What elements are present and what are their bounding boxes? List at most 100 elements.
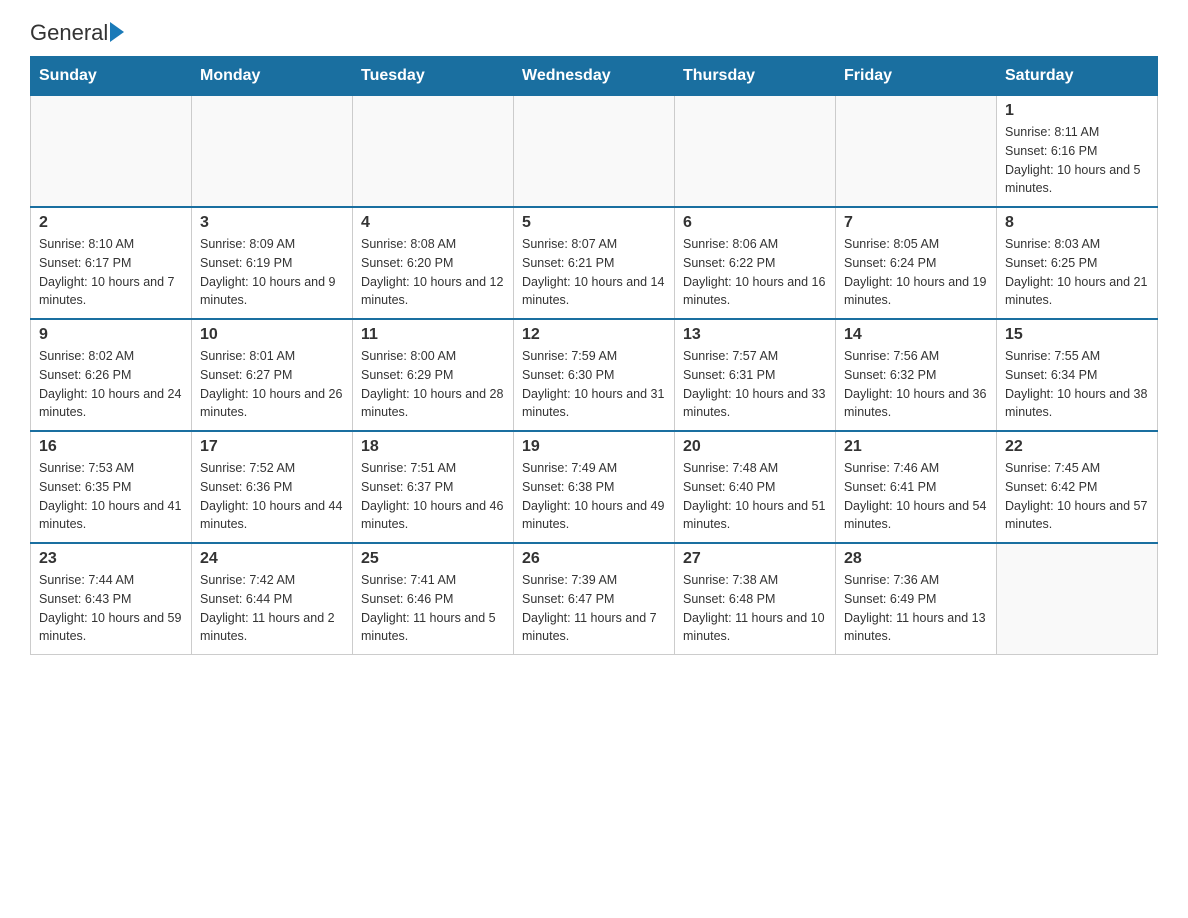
day-info-line: Sunset: 6:17 PM	[39, 254, 183, 273]
calendar-cell: 12Sunrise: 7:59 AMSunset: 6:30 PMDayligh…	[514, 319, 675, 431]
day-info-line: Daylight: 10 hours and 49 minutes.	[522, 497, 666, 535]
calendar-cell: 18Sunrise: 7:51 AMSunset: 6:37 PMDayligh…	[353, 431, 514, 543]
day-info-line: Daylight: 11 hours and 7 minutes.	[522, 609, 666, 647]
calendar-cell	[31, 96, 192, 208]
calendar-cell: 1Sunrise: 8:11 AMSunset: 6:16 PMDaylight…	[997, 96, 1158, 208]
day-info-line: Daylight: 10 hours and 36 minutes.	[844, 385, 988, 423]
day-info-line: Sunset: 6:19 PM	[200, 254, 344, 273]
calendar-cell: 13Sunrise: 7:57 AMSunset: 6:31 PMDayligh…	[675, 319, 836, 431]
day-info-line: Sunrise: 7:41 AM	[361, 571, 505, 590]
calendar-cell: 6 Sunrise: 8:06 AMSunset: 6:22 PMDaylight…	[675, 207, 836, 319]
day-info-line: Sunrise: 8:00 AM	[361, 347, 505, 366]
week-row-3: 9Sunrise: 8:02 AMSunset: 6:26 PMDaylight…	[31, 319, 1158, 431]
day-info-line: Daylight: 10 hours and 26 minutes.	[200, 385, 344, 423]
day-number: 25	[361, 550, 505, 568]
weekday-header-thursday: Thursday	[675, 57, 836, 96]
day-info-line: Sunrise: 7:49 AM	[522, 459, 666, 478]
day-info-line: Daylight: 10 hours and 12 minutes.	[361, 273, 505, 311]
day-number: 5	[522, 214, 666, 232]
day-info-line: Sunrise: 7:51 AM	[361, 459, 505, 478]
day-info-line: Sunrise: 8:06 AM	[683, 235, 827, 254]
calendar-cell: 23Sunrise: 7:44 AMSunset: 6:43 PMDayligh…	[31, 543, 192, 655]
day-info-line: Sunrise: 7:53 AM	[39, 459, 183, 478]
day-info-line: Daylight: 11 hours and 2 minutes.	[200, 609, 344, 647]
day-info-line: Daylight: 10 hours and 38 minutes.	[1005, 385, 1149, 423]
weekday-header-row: SundayMondayTuesdayWednesdayThursdayFrid…	[31, 57, 1158, 96]
calendar-cell: 8Sunrise: 8:03 AMSunset: 6:25 PMDaylight…	[997, 207, 1158, 319]
day-info-line: Sunset: 6:46 PM	[361, 590, 505, 609]
calendar-table: SundayMondayTuesdayWednesdayThursdayFrid…	[30, 56, 1158, 655]
calendar-cell	[514, 96, 675, 208]
day-number: 14	[844, 326, 988, 344]
day-info-line: Daylight: 10 hours and 5 minutes.	[1005, 161, 1149, 199]
calendar-cell: 26Sunrise: 7:39 AMSunset: 6:47 PMDayligh…	[514, 543, 675, 655]
day-info-line: Sunrise: 8:05 AM	[844, 235, 988, 254]
day-number: 11	[361, 326, 505, 344]
day-info-line: Sunset: 6:27 PM	[200, 366, 344, 385]
day-number: 16	[39, 438, 183, 456]
calendar-cell	[836, 96, 997, 208]
day-info-line: Sunset: 6:32 PM	[844, 366, 988, 385]
day-info-line: Sunrise: 7:52 AM	[200, 459, 344, 478]
day-info-line: Sunrise: 7:38 AM	[683, 571, 827, 590]
day-info-line: Sunset: 6:30 PM	[522, 366, 666, 385]
day-info-line: Daylight: 11 hours and 10 minutes.	[683, 609, 827, 647]
calendar-cell: 9Sunrise: 8:02 AMSunset: 6:26 PMDaylight…	[31, 319, 192, 431]
calendar-cell	[353, 96, 514, 208]
calendar-cell: 4Sunrise: 8:08 AMSunset: 6:20 PMDaylight…	[353, 207, 514, 319]
day-number: 21	[844, 438, 988, 456]
weekday-header-friday: Friday	[836, 57, 997, 96]
logo-general: General	[30, 20, 108, 46]
calendar-cell: 22Sunrise: 7:45 AMSunset: 6:42 PMDayligh…	[997, 431, 1158, 543]
day-number: 1	[1005, 102, 1149, 120]
day-info-line: Sunrise: 8:10 AM	[39, 235, 183, 254]
day-info-line: Daylight: 10 hours and 9 minutes.	[200, 273, 344, 311]
day-info-line: Sunset: 6:26 PM	[39, 366, 183, 385]
day-info-line: Daylight: 10 hours and 44 minutes.	[200, 497, 344, 535]
day-number: 17	[200, 438, 344, 456]
day-number: 23	[39, 550, 183, 568]
day-info-line: Sunrise: 7:36 AM	[844, 571, 988, 590]
day-number: 19	[522, 438, 666, 456]
day-info-line: Sunrise: 7:46 AM	[844, 459, 988, 478]
day-info-line: Daylight: 10 hours and 59 minutes.	[39, 609, 183, 647]
day-info-line: Daylight: 10 hours and 7 minutes.	[39, 273, 183, 311]
day-info-line: Sunrise: 7:48 AM	[683, 459, 827, 478]
calendar-cell: 11Sunrise: 8:00 AMSunset: 6:29 PMDayligh…	[353, 319, 514, 431]
calendar-cell: 14 Sunrise: 7:56 AMSunset: 6:32 PMDayligh…	[836, 319, 997, 431]
day-number: 18	[361, 438, 505, 456]
calendar-cell	[192, 96, 353, 208]
day-number: 26	[522, 550, 666, 568]
day-number: 6	[683, 214, 827, 232]
day-info-line: Daylight: 11 hours and 5 minutes.	[361, 609, 505, 647]
day-number: 10	[200, 326, 344, 344]
weekday-header-sunday: Sunday	[31, 57, 192, 96]
calendar-cell: 25 Sunrise: 7:41 AMSunset: 6:46 PMDayligh…	[353, 543, 514, 655]
day-number: 3	[200, 214, 344, 232]
day-number: 8	[1005, 214, 1149, 232]
calendar-cell	[675, 96, 836, 208]
day-number: 27	[683, 550, 827, 568]
day-info-line: Daylight: 10 hours and 31 minutes.	[522, 385, 666, 423]
day-info-line: Sunrise: 7:39 AM	[522, 571, 666, 590]
day-info-line: Sunset: 6:25 PM	[1005, 254, 1149, 273]
day-info-line: Sunset: 6:24 PM	[844, 254, 988, 273]
day-number: 2	[39, 214, 183, 232]
day-number: 20	[683, 438, 827, 456]
day-info-line: Daylight: 10 hours and 16 minutes.	[683, 273, 827, 311]
calendar-cell: 16Sunrise: 7:53 AMSunset: 6:35 PMDayligh…	[31, 431, 192, 543]
day-number: 4	[361, 214, 505, 232]
day-info-line: Sunrise: 8:07 AM	[522, 235, 666, 254]
day-info-line: Daylight: 10 hours and 46 minutes.	[361, 497, 505, 535]
calendar-cell: 19Sunrise: 7:49 AMSunset: 6:38 PMDayligh…	[514, 431, 675, 543]
day-info-line: Sunset: 6:36 PM	[200, 478, 344, 497]
day-info-line: Sunrise: 8:08 AM	[361, 235, 505, 254]
calendar-cell: 17 Sunrise: 7:52 AMSunset: 6:36 PMDayligh…	[192, 431, 353, 543]
day-info-line: Sunset: 6:22 PM	[683, 254, 827, 273]
day-info-line: Daylight: 10 hours and 24 minutes.	[39, 385, 183, 423]
day-info-line: Sunrise: 7:45 AM	[1005, 459, 1149, 478]
day-info-line: Sunrise: 7:42 AM	[200, 571, 344, 590]
day-info-line: Sunset: 6:44 PM	[200, 590, 344, 609]
day-info-line: Sunrise: 7:56 AM	[844, 347, 988, 366]
day-info-line: Sunset: 6:16 PM	[1005, 142, 1149, 161]
